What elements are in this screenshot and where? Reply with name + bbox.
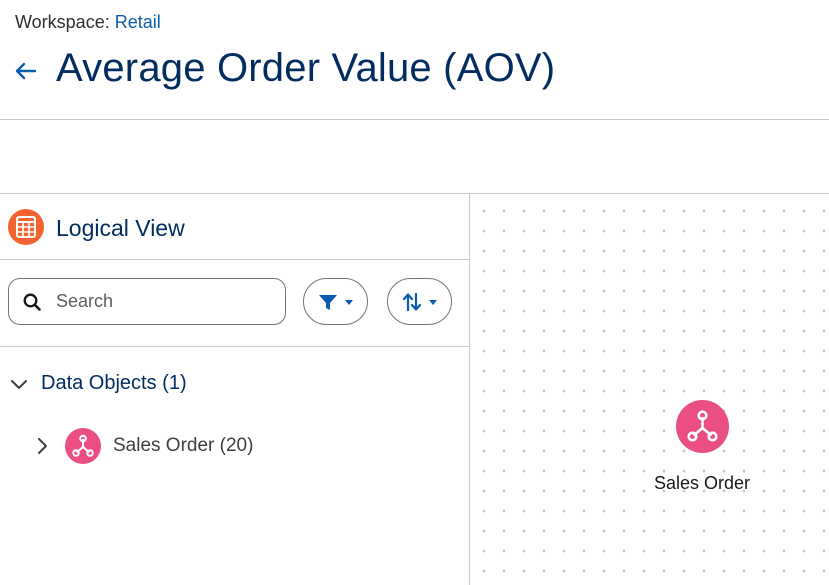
sort-icon (402, 292, 422, 312)
list-item-label: Sales Order (20) (113, 435, 254, 456)
sort-button[interactable] (387, 278, 452, 325)
workspace-breadcrumb: Workspace: Retail (15, 12, 161, 33)
workspace-link[interactable]: Retail (115, 12, 161, 32)
data-objects-group[interactable]: Data Objects (1) (0, 368, 470, 402)
filter-icon (319, 295, 337, 310)
data-object-icon (676, 400, 729, 453)
filter-button[interactable] (303, 278, 368, 325)
list-item[interactable]: Sales Order (20) (0, 426, 470, 466)
logical-view-toolbar (0, 260, 470, 347)
chevron-down-icon (345, 300, 353, 305)
page-title: Average Order Value (AOV) (56, 46, 556, 90)
workspace-prefix: Workspace: (15, 12, 110, 32)
logical-view-title: Logical View (56, 215, 185, 241)
page-header: Workspace: Retail Average Order Value (A… (0, 0, 829, 120)
canvas-node-sales-order[interactable]: Sales Order (626, 399, 750, 494)
chevron-right-icon[interactable] (34, 437, 50, 455)
chevron-down-icon (429, 300, 437, 305)
arrow-left-icon[interactable] (13, 58, 39, 84)
logical-view-header: Logical View (0, 194, 470, 260)
search-box (8, 278, 286, 325)
search-input[interactable] (56, 279, 276, 324)
data-objects-label: Data Objects (1) (41, 372, 187, 394)
table-icon (8, 209, 44, 245)
search-icon (23, 293, 41, 311)
chevron-down-icon (10, 376, 28, 394)
canvas-node-label: Sales Order (654, 473, 751, 493)
data-object-icon (65, 428, 101, 464)
logical-view-panel: Logical View Search Data Objects (1) Sal… (0, 194, 470, 585)
model-canvas[interactable]: Sales Order (471, 194, 829, 585)
